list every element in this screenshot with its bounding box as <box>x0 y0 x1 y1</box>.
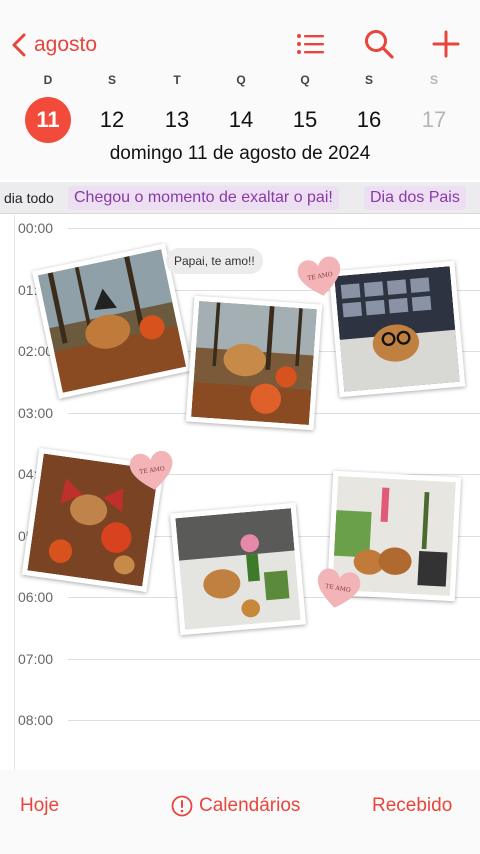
hour-row: 08:00 <box>0 713 480 727</box>
back-button[interactable]: agosto <box>10 28 97 62</box>
hour-label: 00:00 <box>18 220 54 236</box>
guinea-pig-photo <box>169 502 307 636</box>
selected-day[interactable]: 11 <box>25 97 71 143</box>
inbox-button[interactable]: Recebido <box>372 795 452 817</box>
hour-label: 07:00 <box>18 650 54 667</box>
weekday-letter: S <box>429 73 438 87</box>
day-number[interactable]: 14 <box>218 97 264 143</box>
all-day-label: dia todo <box>4 190 54 206</box>
guinea-pig-photo <box>328 260 466 398</box>
weekday-letter: S <box>364 73 373 87</box>
chevron-left-icon <box>12 33 26 57</box>
search-button[interactable] <box>363 28 395 60</box>
hour-line <box>68 228 480 229</box>
day-number[interactable]: 13 <box>154 97 200 143</box>
hour-line <box>68 658 480 660</box>
hour-row: 00:00 <box>0 221 480 235</box>
speech-bubble-sticker: Papai, te amo!! <box>166 248 263 274</box>
day-number[interactable]: 17 <box>411 97 457 143</box>
day-number[interactable]: 16 <box>346 97 392 143</box>
hour-label: 08:00 <box>18 712 54 728</box>
hour-row: 07:00 <box>0 652 480 666</box>
list-view-button[interactable] <box>294 28 326 60</box>
navigation-bar: agosto D 11 S 12 T 13 Q 14 Q 15 S 16 S 17 domingo 11 … <box>0 0 480 180</box>
heart-sticker-icon: TE AMO <box>293 250 348 302</box>
selected-date-title: domingo 11 de agosto de 2024 <box>109 143 371 164</box>
search-icon <box>365 30 394 59</box>
today-button[interactable]: Hoje <box>20 795 59 817</box>
plus-icon <box>432 30 460 58</box>
back-label: agosto <box>34 33 98 56</box>
all-day-event[interactable]: Dia dos Pais <box>364 186 466 210</box>
day-number[interactable]: 12 <box>89 97 135 143</box>
heart-sticker-icon: TE AMO <box>311 562 366 614</box>
guinea-pig-photo <box>185 295 323 431</box>
day-number[interactable]: 15 <box>282 97 328 143</box>
list-icon <box>297 34 324 54</box>
weekday-letter: Q <box>236 73 246 87</box>
calendars-button[interactable]: Calendários <box>171 795 300 817</box>
timeline-divider <box>14 215 15 770</box>
hour-line <box>68 720 480 721</box>
add-event-button[interactable] <box>430 28 462 60</box>
calendars-label: Calendários <box>199 795 301 816</box>
hour-label: 06:00 <box>18 589 54 605</box>
alert-circle-icon <box>171 795 193 817</box>
heart-sticker-icon: TE AMO <box>125 445 179 495</box>
weekday-letter: T <box>173 73 181 87</box>
hour-label: 03:00 <box>18 404 54 421</box>
weekday-letter: S <box>107 73 116 87</box>
weekday-letter: D <box>43 73 53 87</box>
bottom-toolbar: Hoje Calendários Recebido <box>0 770 480 854</box>
all-day-event[interactable]: Chegou o momento de exaltar o pai! <box>68 186 339 210</box>
all-day-row: dia todo Chegou o momento de exaltar o p… <box>0 182 480 214</box>
weekday-letter: Q <box>300 73 310 87</box>
